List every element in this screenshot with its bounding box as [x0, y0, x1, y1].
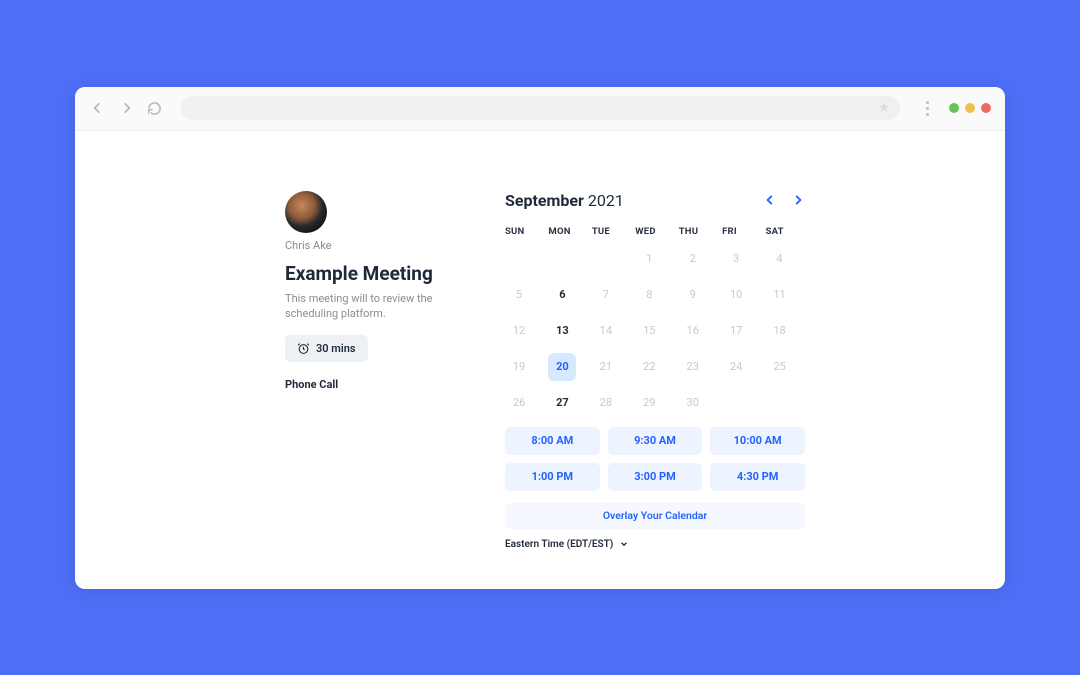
meeting-description: This meeting will to review the scheduli…	[285, 291, 465, 322]
calendar-day[interactable]: 9	[679, 281, 707, 309]
calendar-day[interactable]: 16	[679, 317, 707, 345]
calendar-day[interactable]: 28	[592, 389, 620, 417]
calendar-day[interactable]: 27	[548, 389, 576, 417]
calendar-grid: 1234567891011121314151617181920212223242…	[505, 245, 805, 417]
calendar-day[interactable]: 10	[722, 281, 750, 309]
traffic-light-red[interactable]	[981, 103, 991, 113]
time-slot-button[interactable]: 8:00 AM	[505, 427, 600, 455]
dow-label: WED	[635, 226, 674, 237]
dow-label: MON	[548, 226, 587, 237]
time-slot-button[interactable]: 10:00 AM	[710, 427, 805, 455]
alarm-clock-icon	[297, 342, 310, 355]
reload-button[interactable]	[145, 99, 163, 117]
overlay-calendar-button[interactable]: Overlay Your Calendar	[505, 503, 805, 529]
calendar-day[interactable]: 4	[766, 245, 794, 273]
time-slots: 8:00 AM 9:30 AM10:00 AM 1:00 PM 3:00 PM4:30…	[505, 427, 805, 491]
dow-label: SAT	[766, 226, 805, 237]
calendar-header: September 2021	[505, 191, 805, 210]
prev-month-button[interactable]	[763, 193, 777, 207]
calendar-day[interactable]: 19	[505, 353, 533, 381]
calendar-day[interactable]: 17	[722, 317, 750, 345]
calendar-day[interactable]: 7	[592, 281, 620, 309]
calendar-day[interactable]: 13	[548, 317, 576, 345]
dow-label: FRI	[722, 226, 761, 237]
calendar-day[interactable]: 26	[505, 389, 533, 417]
calendar-day[interactable]: 18	[766, 317, 794, 345]
calendar-day[interactable]: 23	[679, 353, 707, 381]
bookmark-star-icon[interactable]: ★	[877, 100, 890, 116]
timezone-label: Eastern Time (EDT/EST)	[505, 539, 613, 550]
calendar-day[interactable]: 5	[505, 281, 533, 309]
calendar-week-row: 1234	[505, 245, 805, 273]
time-slot-button[interactable]: 1:00 PM	[505, 463, 600, 491]
chevron-down-icon	[619, 539, 629, 549]
overlay-label: Overlay Your Calendar	[603, 509, 707, 522]
calendar-week-row: 26 27 28 29 30	[505, 389, 805, 417]
calendar-nav	[763, 193, 805, 207]
calendar-day[interactable]: 30	[679, 389, 707, 417]
calendar-day[interactable]: 1	[635, 245, 663, 273]
duration-text: 30 mins	[316, 342, 356, 355]
time-slot-button[interactable]: 4:30 PM	[710, 463, 805, 491]
duration-badge: 30 mins	[285, 335, 368, 362]
calendar-day[interactable]: 21	[592, 353, 620, 381]
calendar-day[interactable]: 14	[592, 317, 620, 345]
calendar-week-row: 56789 10 11	[505, 281, 805, 309]
meeting-details-panel: Chris Ake Example Meeting This meeting w…	[285, 191, 465, 559]
calendar-day[interactable]: 25	[766, 353, 794, 381]
meeting-title: Example Meeting	[285, 262, 465, 285]
calendar-day[interactable]: 2	[679, 245, 707, 273]
calendar-week-row: 12 13 14 15 16 17 18	[505, 317, 805, 345]
back-button[interactable]	[89, 99, 107, 117]
page-content: Chris Ake Example Meeting This meeting w…	[75, 131, 1005, 589]
dow-label: SUN	[505, 226, 544, 237]
window-controls	[949, 103, 991, 113]
dow-label: TUE	[592, 226, 631, 237]
time-slot-button[interactable]: 3:00 PM	[608, 463, 703, 491]
browser-menu-button[interactable]	[926, 101, 929, 116]
calendar-day[interactable]: 6	[548, 281, 576, 309]
timezone-selector[interactable]: Eastern Time (EDT/EST)	[505, 539, 805, 550]
calendar-day[interactable]: 22	[635, 353, 663, 381]
month-text: September	[505, 191, 584, 210]
dow-label: THU	[679, 226, 718, 237]
day-of-week-row: SUN MON TUE WED THU FRI SAT	[505, 226, 805, 237]
host-avatar	[285, 191, 327, 233]
browser-window: ★ Chris Ake Example Meeting This meeting…	[75, 87, 1005, 589]
calendar-panel: September 2021 SUN MON TUE WED THU	[505, 191, 805, 559]
traffic-light-yellow[interactable]	[965, 103, 975, 113]
address-bar[interactable]: ★	[181, 96, 900, 120]
calendar-day[interactable]: 20	[548, 353, 576, 381]
calendar-day[interactable]: 24	[722, 353, 750, 381]
calendar-day[interactable]: 8	[635, 281, 663, 309]
calendar-day[interactable]: 12	[505, 317, 533, 345]
forward-button[interactable]	[117, 99, 135, 117]
calendar-day[interactable]: 29	[635, 389, 663, 417]
traffic-light-green[interactable]	[949, 103, 959, 113]
calendar-day[interactable]: 3	[722, 245, 750, 273]
calendar-week-row: 19 20 21 22 23 24 25	[505, 353, 805, 381]
browser-toolbar: ★	[75, 87, 1005, 131]
host-name: Chris Ake	[285, 239, 465, 252]
calendar-day[interactable]: 11	[766, 281, 794, 309]
next-month-button[interactable]	[791, 193, 805, 207]
time-slot-button[interactable]: 9:30 AM	[608, 427, 703, 455]
month-year-label: September 2021	[505, 191, 624, 210]
meeting-type: Phone Call	[285, 378, 465, 391]
year-text: 2021	[588, 191, 624, 210]
calendar-day[interactable]: 15	[635, 317, 663, 345]
